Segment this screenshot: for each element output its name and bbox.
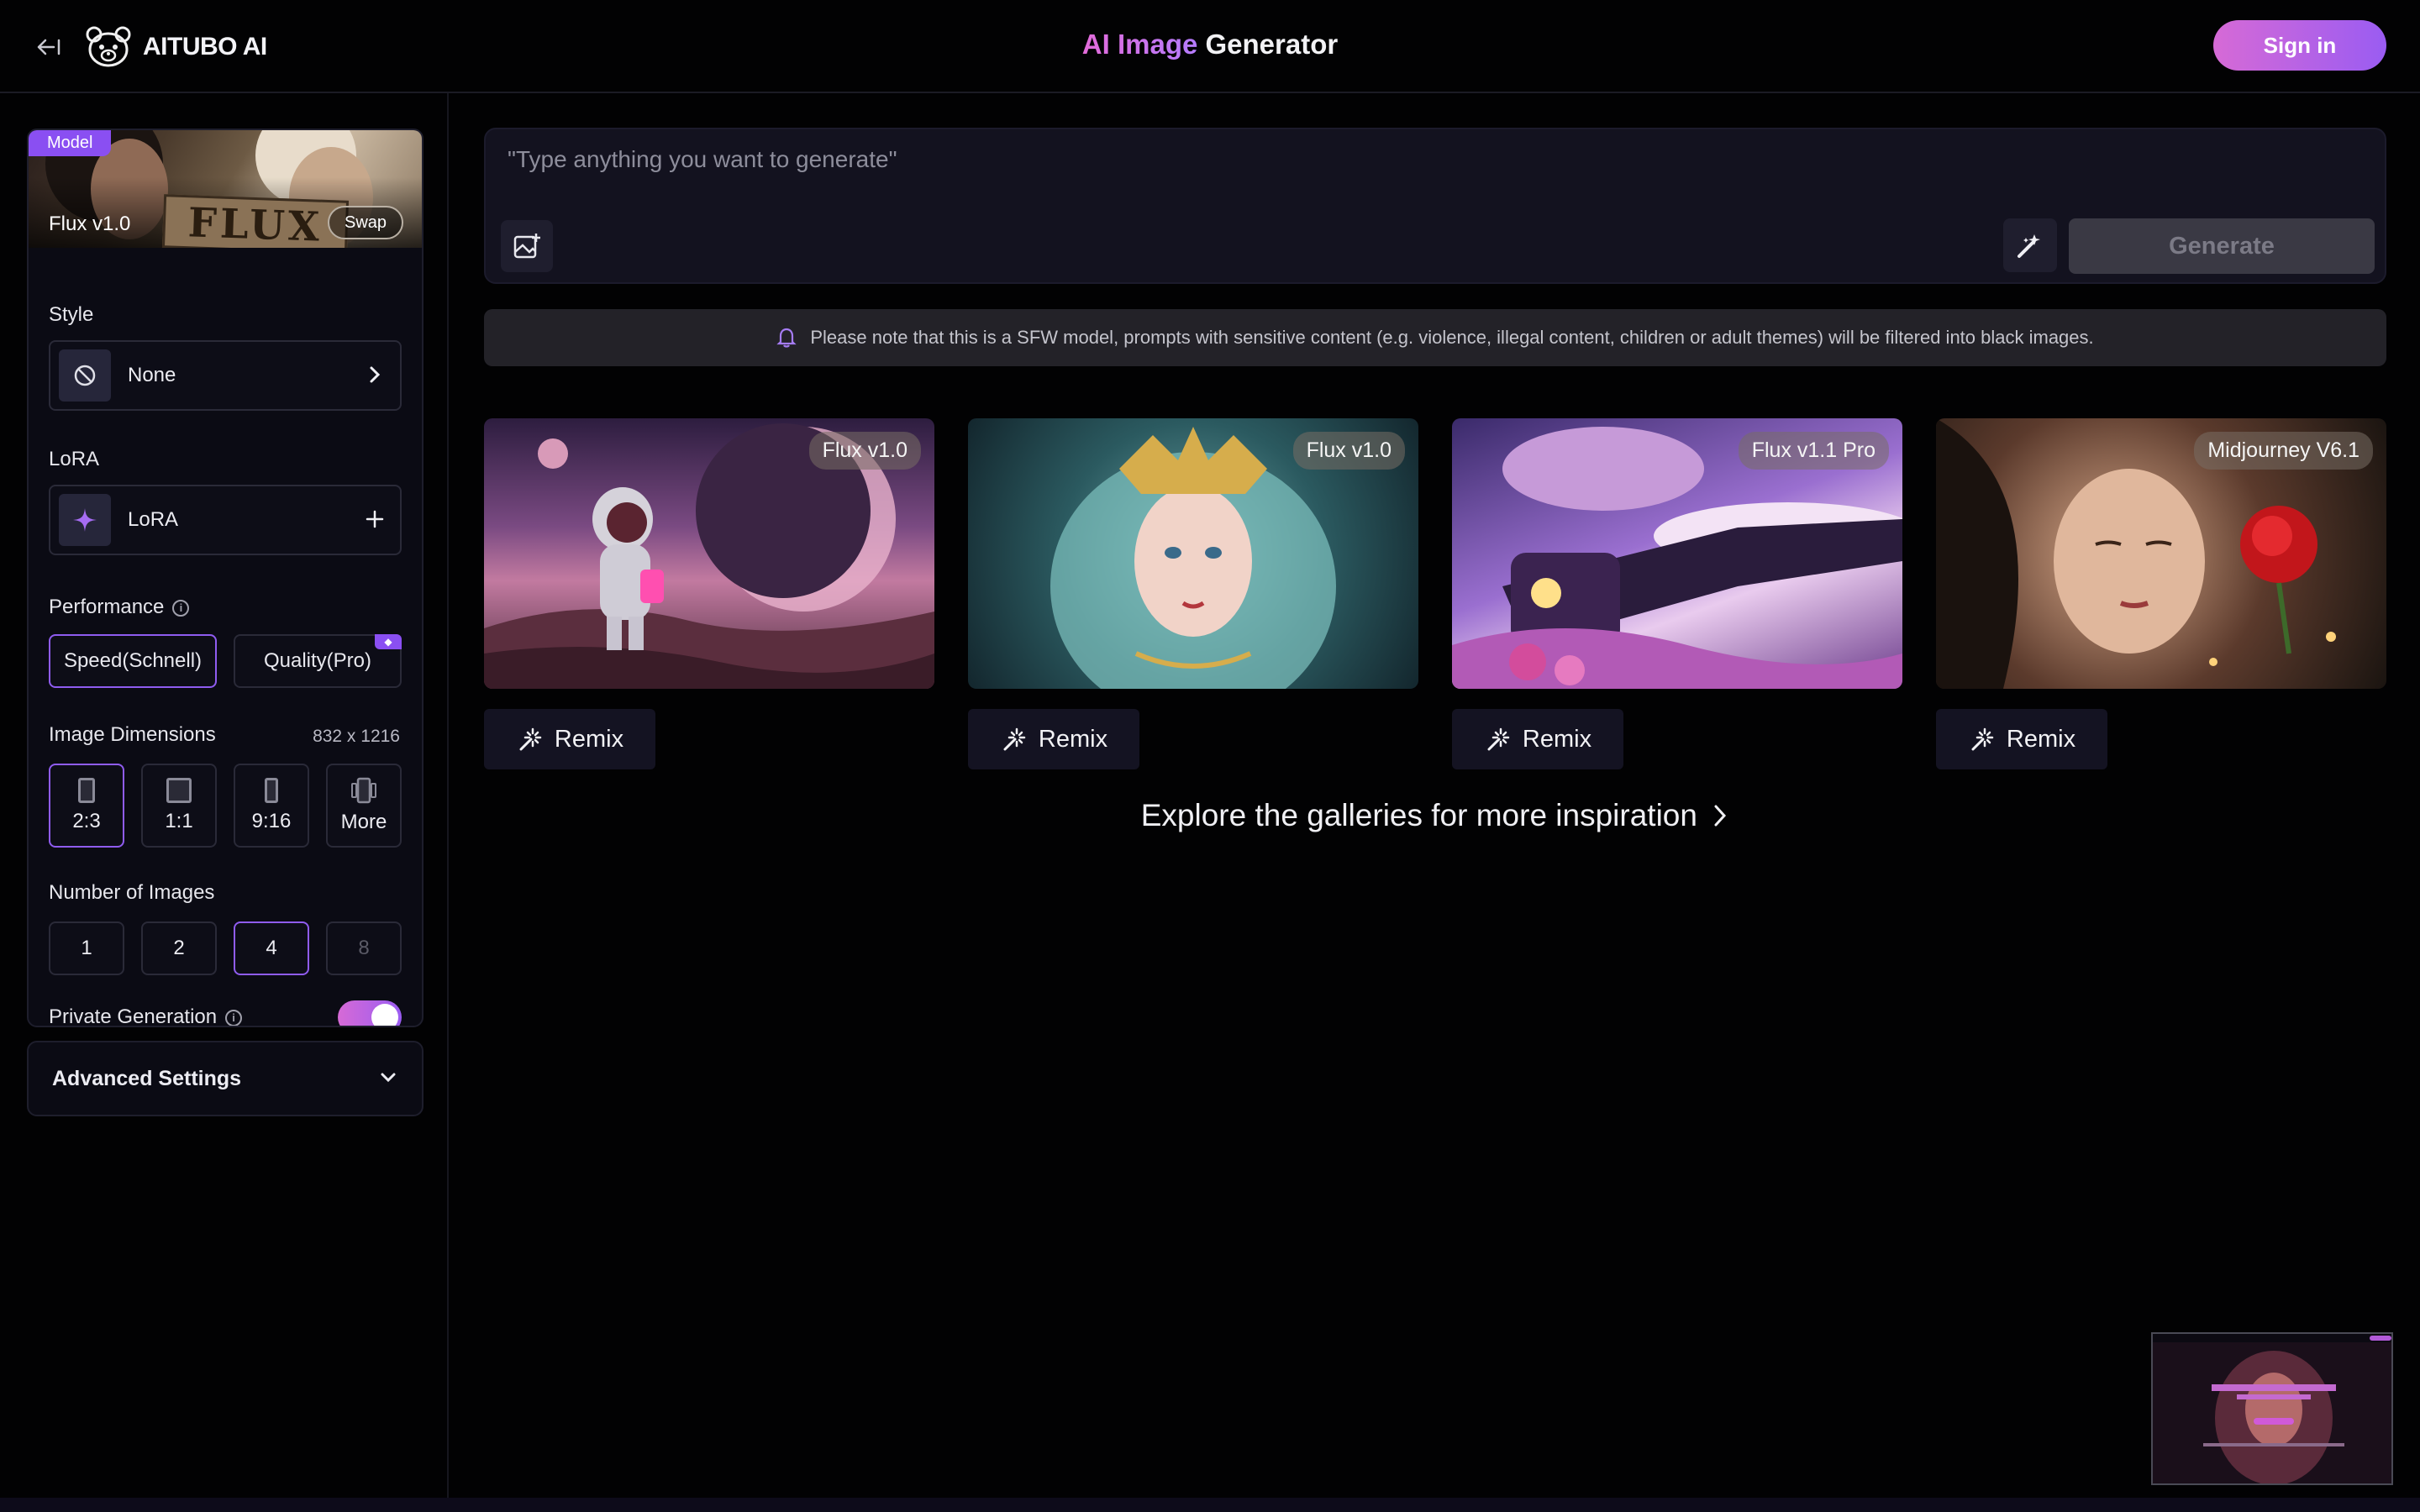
num-images-4[interactable]: 4 (234, 921, 309, 975)
notice-text: Please note that this is a SFW model, pr… (810, 327, 2094, 348)
chevron-down-icon (378, 1066, 398, 1092)
dimension-label: 1:1 (165, 810, 193, 832)
dimension-2-3[interactable]: 2:3 (49, 764, 124, 848)
dimension-9-16[interactable]: 9:16 (234, 764, 309, 848)
image-upload-icon[interactable] (501, 220, 553, 272)
remix-button[interactable]: Remix (1936, 709, 2107, 769)
dimension-more[interactable]: More (326, 764, 402, 848)
remix-label: Remix (554, 725, 624, 753)
example-card[interactable]: Flux v1.0 (484, 418, 934, 689)
tall-ratio-icon (265, 778, 278, 803)
app-root: AITUBO AI AI Image Generator Sign in FLU… (0, 0, 2420, 1512)
square-ratio-icon (166, 778, 192, 803)
title-accent: AI Image (1081, 29, 1198, 60)
private-generation-toggle[interactable] (338, 1000, 402, 1026)
bell-icon (776, 328, 797, 348)
remix-wand-icon (1971, 727, 1994, 751)
remix-wand-icon (519, 727, 542, 751)
remix-label: Remix (1522, 725, 1592, 753)
dimension-label: 2:3 (72, 810, 101, 832)
bottom-bar (0, 1498, 2420, 1512)
top-header: AITUBO AI AI Image Generator Sign in (0, 0, 2420, 93)
lora-label: LoRA (49, 448, 100, 470)
image-dimensions-label: Image Dimensions (49, 723, 216, 746)
dimension-1-1[interactable]: 1:1 (141, 764, 217, 848)
model-tag: Flux v1.1 Pro (1738, 432, 1889, 470)
explore-text: Explore the galleries for more inspirati… (1140, 798, 1697, 832)
diamond-icon: ◆ (375, 634, 402, 649)
remix-wand-icon (1003, 727, 1026, 751)
performance-speed-option[interactable]: Speed(Schnell) (49, 634, 217, 688)
private-generation-label: Private Generation i (49, 1005, 243, 1027)
preview-thumbnail[interactable] (2151, 1332, 2393, 1485)
generate-button[interactable]: Generate (2069, 218, 2375, 274)
ban-icon (59, 349, 111, 402)
preview-thumbnail-image (2153, 1334, 2391, 1483)
info-icon[interactable]: i (225, 1009, 243, 1026)
remix-button[interactable]: Remix (484, 709, 655, 769)
quality-label: Quality(Pro) (263, 649, 372, 672)
dimensions-value: 832 x 1216 (313, 727, 400, 746)
swap-model-button[interactable]: Swap (328, 206, 403, 239)
lora-value: LoRA (128, 508, 179, 531)
sparkle-icon (59, 494, 111, 546)
prompt-input[interactable] (508, 141, 2188, 178)
chevron-right-icon (1714, 805, 1727, 827)
private-generation-text: Private Generation (49, 1005, 218, 1027)
prompt-box: Generate (484, 128, 2386, 284)
model-name: Flux v1.0 (49, 213, 131, 235)
settings-sidebar: FLUX Model Flux v1.0 Swap Style None LoR… (0, 93, 449, 1498)
performance-options: Speed(Schnell) Quality(Pro) ◆ (49, 634, 402, 688)
lora-selector[interactable]: LoRA (49, 485, 402, 555)
example-card[interactable]: Midjourney V6.1 (1936, 418, 2386, 689)
portrait-ratio-icon (78, 778, 95, 803)
magic-wand-icon[interactable] (2003, 218, 2057, 272)
flux-sign: FLUX (161, 194, 350, 248)
remix-label: Remix (1038, 725, 1108, 753)
performance-label: Performance i (49, 596, 190, 619)
example-card[interactable]: Flux v1.0 (968, 418, 1418, 689)
dimension-options: 2:3 1:1 9:16 More (49, 764, 402, 848)
num-images-1[interactable]: 1 (49, 921, 124, 975)
style-value: None (128, 364, 176, 386)
dimension-label: More (340, 811, 387, 833)
chevron-right-icon (358, 360, 392, 392)
num-images-8[interactable]: 8 (326, 921, 402, 975)
dimension-label: 9:16 (251, 810, 292, 832)
explore-galleries-link[interactable]: Explore the galleries for more inspirati… (484, 798, 2386, 833)
performance-quality-option[interactable]: Quality(Pro) ◆ (234, 634, 402, 688)
number-of-images-options: 1 2 4 8 (49, 921, 402, 975)
model-tag: Flux v1.0 (808, 432, 921, 470)
sfw-notice: Please note that this is a SFW model, pr… (484, 309, 2386, 366)
toggle-knob (371, 1004, 398, 1026)
model-card[interactable]: FLUX Model Flux v1.0 Swap (29, 130, 422, 248)
more-ratios-icon (351, 777, 376, 804)
number-of-images-label: Number of Images (49, 881, 215, 904)
remix-label: Remix (2006, 725, 2076, 753)
generation-settings-panel: FLUX Model Flux v1.0 Swap Style None LoR… (27, 129, 424, 1027)
plus-icon[interactable] (358, 504, 392, 537)
page-title: AI Image Generator (0, 29, 2420, 60)
example-card[interactable]: Flux v1.1 Pro (1452, 418, 1902, 689)
num-images-2[interactable]: 2 (141, 921, 217, 975)
performance-label-text: Performance (49, 596, 165, 618)
info-icon[interactable]: i (172, 599, 190, 617)
style-selector[interactable]: None (49, 340, 402, 411)
remix-wand-icon (1487, 727, 1510, 751)
title-rest: Generator (1197, 29, 1339, 60)
remix-button[interactable]: Remix (968, 709, 1139, 769)
advanced-settings-accordion[interactable]: Advanced Settings (27, 1041, 424, 1116)
model-tag: Midjourney V6.1 (2194, 432, 2373, 470)
sign-in-button[interactable]: Sign in (2213, 20, 2386, 71)
model-tag: Flux v1.0 (1292, 432, 1405, 470)
advanced-settings-label: Advanced Settings (52, 1066, 242, 1090)
style-label: Style (49, 303, 94, 326)
model-badge: Model (29, 130, 112, 156)
remix-button[interactable]: Remix (1452, 709, 1623, 769)
